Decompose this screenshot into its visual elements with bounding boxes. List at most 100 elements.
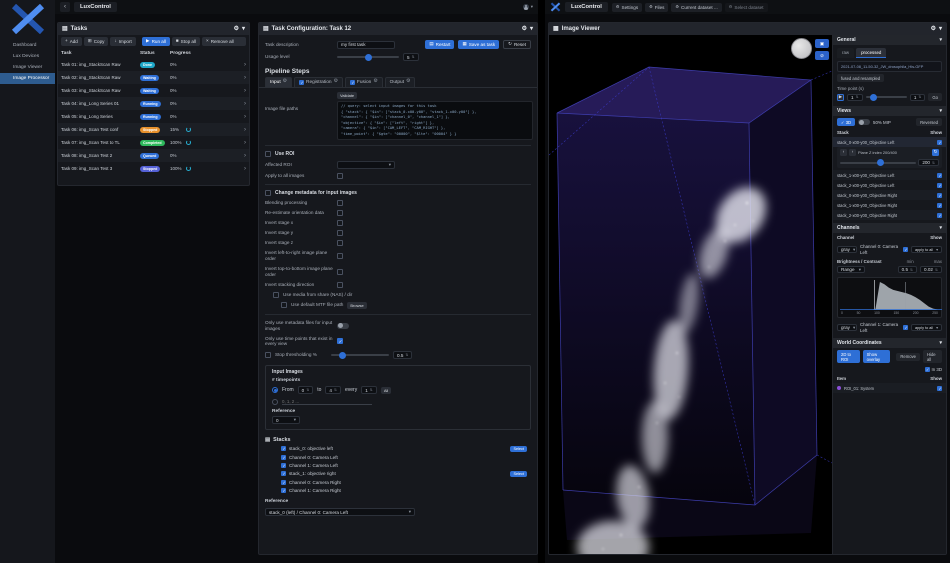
chevron-right-icon[interactable]	[244, 75, 246, 81]
stack-checkbox[interactable]	[281, 463, 286, 468]
nas-checkbox[interactable]	[273, 292, 279, 298]
channels-section-header[interactable]: Channels	[833, 223, 946, 233]
go-button[interactable]: Go	[928, 93, 942, 101]
general-section-header[interactable]: General	[833, 35, 946, 45]
common-timepoints-checkbox[interactable]	[337, 338, 343, 344]
metadata-field-checkbox[interactable]	[337, 240, 343, 246]
viewer-collapse-icon[interactable]	[939, 26, 942, 32]
plane-prev-button[interactable]	[840, 149, 847, 156]
change-metadata-checkbox[interactable]	[265, 190, 271, 196]
stack-checkbox[interactable]	[281, 480, 286, 485]
chevron-right-icon[interactable]	[244, 127, 246, 133]
metadata-field-checkbox[interactable]	[337, 200, 343, 206]
restart-button[interactable]: Restart	[425, 40, 454, 49]
general-collapse-icon[interactable]	[939, 38, 942, 43]
stack-show-checkbox[interactable]	[937, 173, 942, 178]
table-row[interactable]: Task 03: img_StackScan Raw Waiting 0%	[58, 84, 249, 97]
metadata-field-checkbox[interactable]	[337, 269, 343, 275]
reference-select[interactable]: 0	[272, 416, 300, 424]
tab-gear-icon[interactable]	[334, 80, 338, 85]
metadata-field-checkbox[interactable]	[337, 210, 343, 216]
roi-show-checkbox[interactable]	[937, 386, 942, 391]
stack-show-checkbox[interactable]	[937, 213, 942, 218]
config-collapse-icon[interactable]	[530, 26, 533, 32]
stack-list-row[interactable]: stack_2-x00-y00_Objective Right	[833, 210, 946, 220]
timepoint-slider[interactable]	[866, 96, 907, 98]
custom-timepoints-input[interactable]	[282, 398, 372, 405]
stack-checkbox[interactable]	[281, 455, 286, 460]
every-value[interactable]: 1	[361, 386, 377, 394]
world-section-header[interactable]: World Coordinates	[833, 338, 946, 348]
run-all-button[interactable]: Run all	[142, 37, 170, 46]
titlebar-button[interactable]: Select dataset	[725, 3, 768, 12]
stack-list-row[interactable]: stack_0-x00-y00_Objective Right	[833, 190, 946, 200]
user-menu[interactable]	[523, 4, 533, 10]
channel0-show-checkbox[interactable]	[903, 247, 908, 252]
bc-max-value[interactable]: 0.02	[920, 266, 942, 273]
query-code-block[interactable]: // query: select input images for this t…	[337, 101, 533, 140]
sidebar-nav-item[interactable]: Dashboard	[0, 40, 55, 51]
timepoints-range-radio[interactable]	[272, 387, 278, 393]
threshold-checkbox[interactable]	[265, 352, 271, 358]
stack-show-checkbox[interactable]	[937, 193, 942, 198]
tasks-settings-icon[interactable]	[234, 26, 239, 32]
task-description-input[interactable]	[337, 41, 395, 49]
pipeline-tab[interactable]: Registration	[294, 77, 343, 87]
chevron-right-icon[interactable]	[244, 88, 246, 94]
timepoint-value[interactable]: 1	[847, 94, 863, 101]
orientation-trackball[interactable]	[791, 38, 812, 59]
viewer-settings-icon[interactable]	[931, 26, 936, 32]
chevron-right-icon[interactable]	[244, 166, 246, 172]
to-value[interactable]: 4	[325, 386, 341, 394]
apply-all-images-checkbox[interactable]	[337, 173, 343, 179]
tab-checkbox[interactable]	[299, 80, 304, 85]
stack-checkbox[interactable]	[281, 488, 286, 493]
table-row[interactable]: Task 01: img_StackScan Raw Done 0%	[58, 58, 249, 71]
table-row[interactable]: Task 06: img_Scan Test conf Stopped 15%	[58, 123, 249, 136]
from-value[interactable]: 0	[298, 386, 314, 394]
channels-collapse-icon[interactable]	[939, 226, 942, 231]
active-stack-row[interactable]: stack_0-x00-y00_Objective Left	[833, 137, 946, 147]
config-settings-icon[interactable]	[522, 26, 527, 32]
pipeline-tab[interactable]: Input	[265, 77, 292, 87]
stack-list-row[interactable]: stack_2-x00-y00_Objective Left	[833, 180, 946, 190]
back-button[interactable]	[60, 2, 70, 12]
titlebar-button[interactable]: Current dataset ...	[671, 3, 721, 12]
affected-roi-select[interactable]	[337, 161, 395, 169]
all-timepoints-button[interactable]: All	[381, 387, 391, 394]
titlebar-button[interactable]: Files	[645, 3, 668, 12]
usage-level-slider[interactable]	[337, 56, 399, 58]
channel1-color-select[interactable]: gray	[837, 324, 857, 331]
reset-button[interactable]: Reset	[503, 40, 531, 49]
timepoints-custom-radio[interactable]	[272, 399, 278, 405]
copy-task-button[interactable]: Copy	[84, 37, 109, 46]
dataset-tab[interactable]: processed	[856, 48, 886, 58]
views-collapse-icon[interactable]	[939, 109, 942, 114]
table-row[interactable]: Task 07: img_Scan Test to TL Completed 1…	[58, 136, 249, 149]
sidebar-nav-item[interactable]: Image Viewer	[0, 62, 55, 73]
stop-all-button[interactable]: Stop all	[172, 37, 200, 46]
metadata-field-checkbox[interactable]	[337, 220, 343, 226]
pipeline-tab[interactable]: Output	[385, 77, 416, 87]
metadata-field-checkbox[interactable]	[337, 253, 343, 259]
snapshot-button[interactable]: ▣	[815, 39, 829, 48]
variant-button[interactable]: fused and resampled	[837, 74, 884, 82]
overlay-button[interactable]: Show overlay	[863, 350, 891, 363]
plane-next-button[interactable]	[849, 149, 856, 156]
channel0-apply-select[interactable]: apply to all	[911, 246, 942, 253]
world-item-row[interactable]: ROI_01: System	[833, 383, 946, 393]
play-button[interactable]	[837, 94, 844, 101]
chevron-right-icon[interactable]	[244, 153, 246, 159]
stack-list-row[interactable]: stack_1-x00-y00_Objective Left	[833, 170, 946, 180]
stack-list-row[interactable]: stack_1-x00-y00_Objective Right	[833, 200, 946, 210]
dataset-tab[interactable]: raw	[837, 48, 854, 58]
titlebar-button[interactable]: Settings	[612, 3, 642, 12]
remove-all-button[interactable]: Remove all	[202, 37, 246, 46]
render-canvas-3d[interactable]: ▣ ⊘	[549, 35, 832, 554]
only-metadata-toggle[interactable]	[337, 323, 349, 329]
tab-checkbox[interactable]	[350, 80, 355, 85]
histogram[interactable]: 050100150200250	[837, 277, 942, 318]
reversed-button[interactable]: Reversed	[916, 118, 942, 126]
to-roi-button[interactable]: 2D to ROI	[837, 350, 860, 363]
stack-select-button[interactable]: Select	[510, 471, 527, 477]
